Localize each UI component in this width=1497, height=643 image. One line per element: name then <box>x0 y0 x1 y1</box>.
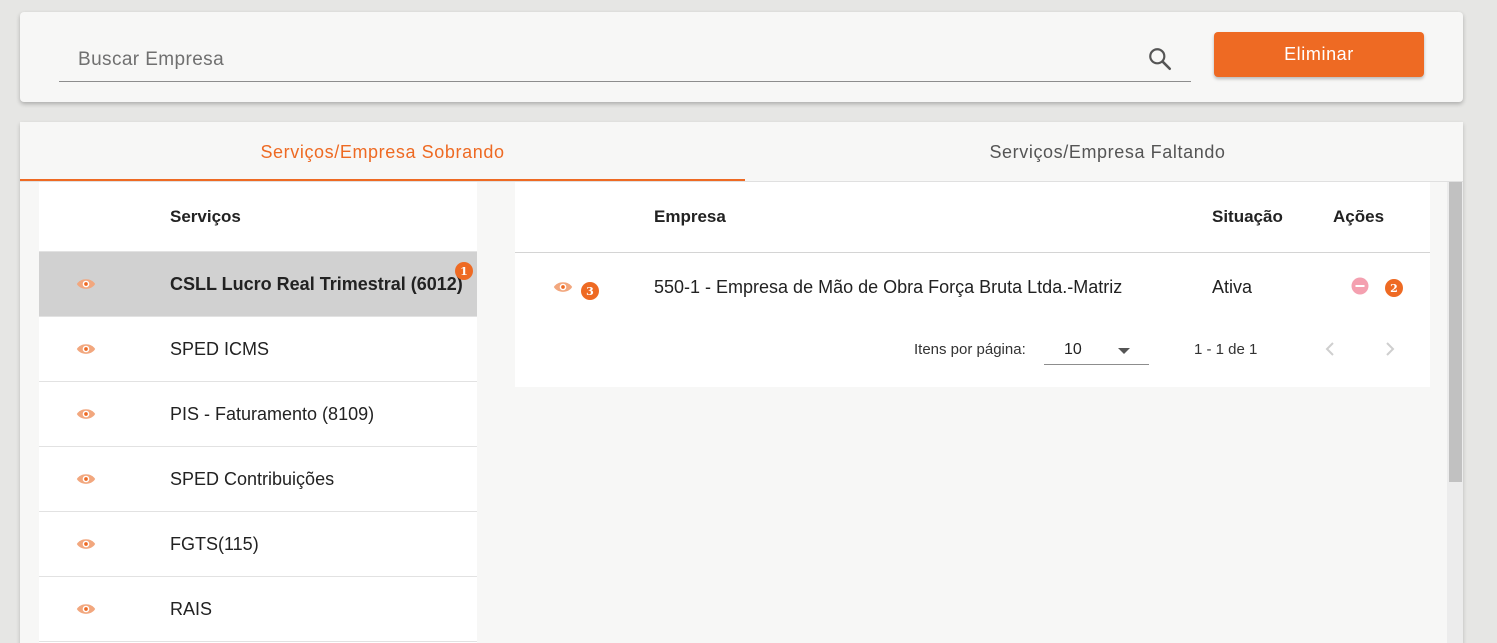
tab-servicos-empresa-faltando[interactable]: Serviços/Empresa Faltando <box>745 122 1470 182</box>
service-row[interactable]: RAIS <box>39 577 477 642</box>
column-header-situacao[interactable]: Situação <box>1212 207 1283 227</box>
main-card: Serviços/Empresa Sobrando Serviços/Empre… <box>20 122 1463 643</box>
eye-icon[interactable] <box>75 469 97 489</box>
services-list: Serviços CSLL Lucro Real Trimestral (601… <box>39 182 477 643</box>
search-field <box>59 38 1191 82</box>
service-label: FGTS(115) <box>170 533 259 554</box>
eye-icon[interactable] <box>75 339 97 359</box>
column-header-acoes: Ações <box>1333 207 1385 226</box>
eye-icon[interactable] <box>75 274 97 294</box>
active-tab-indicator <box>20 179 745 181</box>
eye-icon[interactable] <box>75 404 97 424</box>
table-row: 3 550-1 - Empresa de Mão de Obra Força B… <box>515 253 1430 319</box>
service-label: SPED Contribuições <box>170 468 335 489</box>
service-row[interactable]: SPED Contribuições <box>39 447 477 512</box>
paginator: Itens por página: 10 1 - 1 de 1 <box>515 319 1430 387</box>
dropdown-caret-icon <box>1118 348 1130 354</box>
next-page-icon[interactable] <box>1380 337 1400 361</box>
service-label: CSLL Lucro Real Trimestral (6012) <box>170 273 463 294</box>
table-header: Empresa Situação Ações <box>515 182 1430 253</box>
service-label: SPED ICMS <box>170 338 270 359</box>
search-icon[interactable] <box>1147 46 1173 72</box>
step-badge: 2 <box>1385 279 1403 297</box>
services-header: Serviços <box>39 182 477 252</box>
step-badge: 1 <box>455 262 473 280</box>
service-label: RAIS <box>170 598 213 619</box>
service-row[interactable]: PIS - Faturamento (8109) <box>39 382 477 447</box>
items-per-page-label: Itens por página: <box>914 341 1026 358</box>
scrollbar-thumb[interactable] <box>1449 182 1462 482</box>
page-size-value: 10 <box>1064 341 1082 358</box>
service-row[interactable]: FGTS(115) <box>39 512 477 577</box>
previous-page-icon[interactable] <box>1320 337 1340 361</box>
eye-icon[interactable] <box>75 599 97 619</box>
eye-icon[interactable] <box>75 534 97 554</box>
eliminar-button[interactable]: Eliminar <box>1214 32 1424 77</box>
service-row[interactable]: SPED ICMS <box>39 317 477 382</box>
tab-bar: Serviços/Empresa Sobrando Serviços/Empre… <box>20 122 1463 182</box>
page-size-select[interactable]: 10 <box>1044 319 1149 365</box>
search-card: Eliminar <box>20 12 1463 102</box>
tab-servicos-empresa-sobrando[interactable]: Serviços/Empresa Sobrando <box>20 122 745 182</box>
remove-icon[interactable] <box>1351 277 1369 295</box>
page-range-label: 1 - 1 de 1 <box>1194 341 1258 358</box>
scrollbar[interactable] <box>1447 182 1463 643</box>
empresa-cell: 550-1 - Empresa de Mão de Obra Força Bru… <box>654 277 1123 297</box>
eye-icon[interactable] <box>552 277 574 297</box>
service-row[interactable]: CSLL Lucro Real Trimestral (6012) 1 <box>39 252 477 317</box>
companies-table: Empresa Situação Ações 3 550-1 - Empresa… <box>515 182 1430 387</box>
column-header-empresa[interactable]: Empresa <box>654 207 726 227</box>
search-input[interactable] <box>59 38 1119 81</box>
situacao-cell: Ativa <box>1212 277 1253 297</box>
service-label: PIS - Faturamento (8109) <box>170 403 375 424</box>
step-badge: 3 <box>581 282 599 300</box>
